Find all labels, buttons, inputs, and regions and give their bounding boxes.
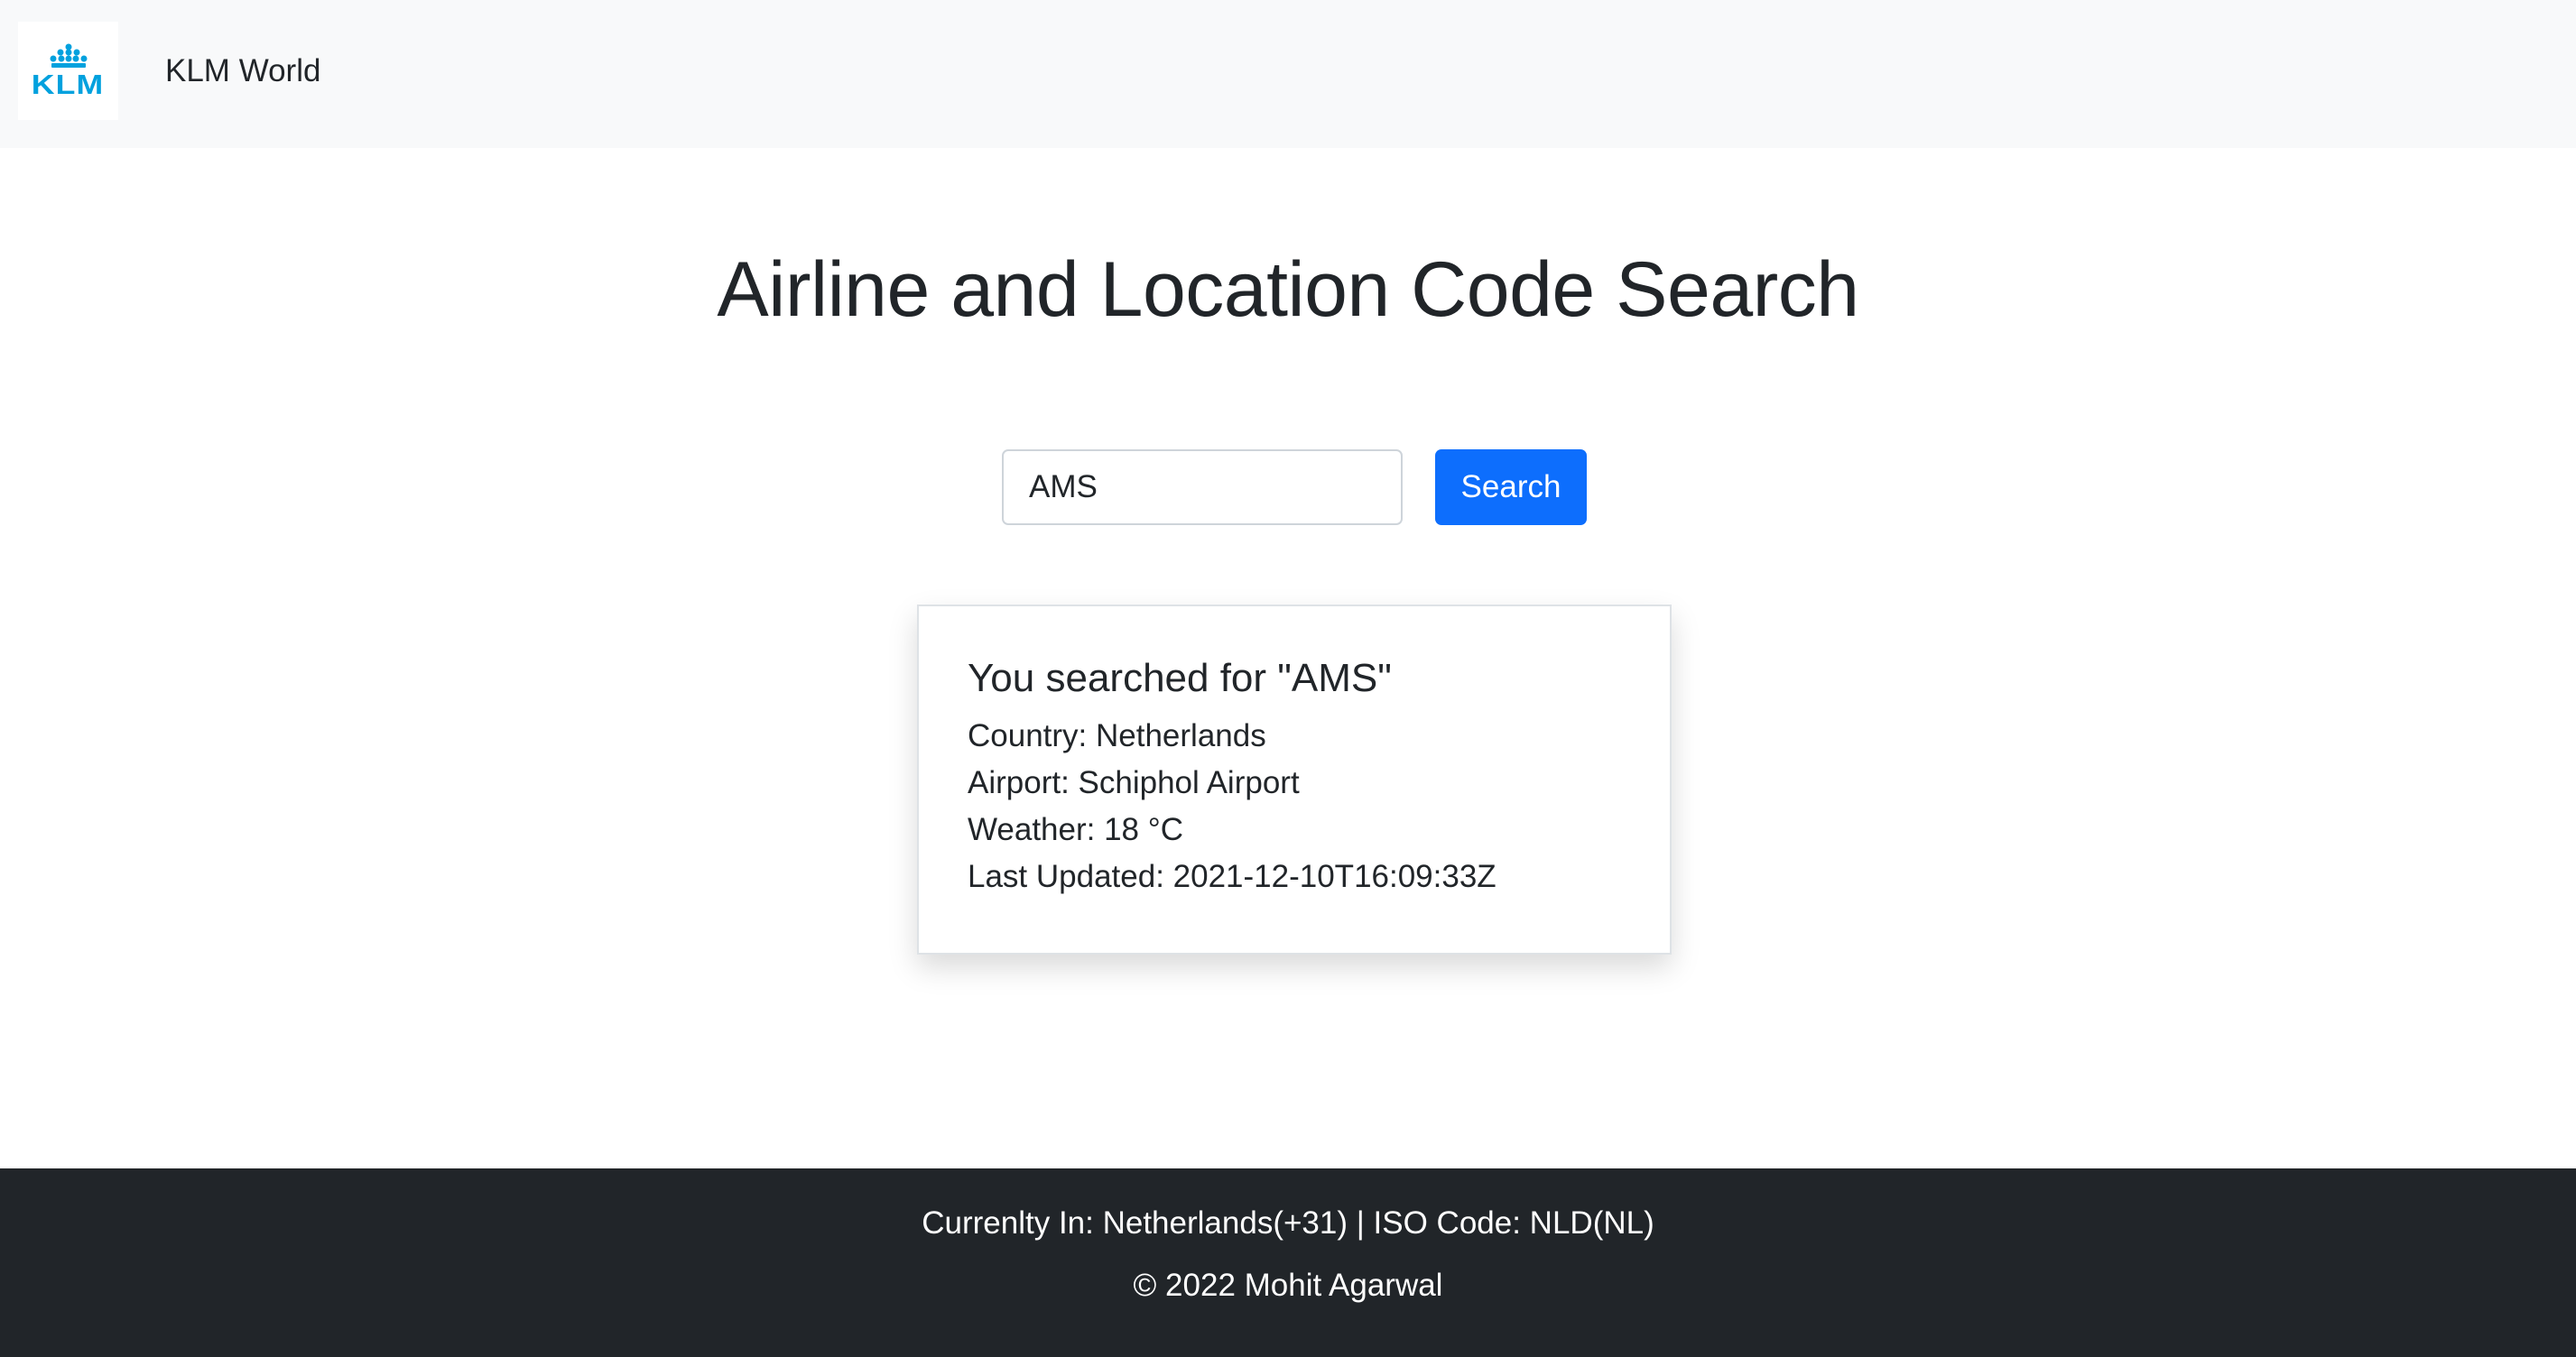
navbar: KLM KLM World (0, 0, 2576, 148)
page-title: Airline and Location Code Search (717, 246, 1859, 333)
search-button[interactable]: Search (1435, 449, 1587, 525)
result-last-updated: Last Updated: 2021-12-10T16:09:33Z (968, 859, 1496, 894)
result-country: Country: Netherlands (968, 718, 1266, 753)
search-input[interactable] (1002, 449, 1403, 525)
result-heading: You searched for "AMS" (968, 656, 1392, 700)
footer-location: Currenlty In: Netherlands(+31) | ISO Cod… (922, 1205, 1654, 1241)
footer-copyright: © 2022 Mohit Agarwal (1133, 1268, 1443, 1303)
result-weather: Weather: 18 °C (968, 812, 1184, 847)
result-airport: Airport: Schiphol Airport (968, 765, 1300, 800)
brand-name[interactable]: KLM World (165, 51, 320, 92)
result-card: You searched for "AMS" Country: Netherla… (917, 605, 1672, 955)
logo-text: KLM (32, 69, 105, 100)
klm-logo[interactable]: KLM (18, 22, 118, 120)
footer: Currenlty In: Netherlands(+31) | ISO Cod… (0, 1168, 2576, 1357)
crown-icon (50, 43, 87, 68)
